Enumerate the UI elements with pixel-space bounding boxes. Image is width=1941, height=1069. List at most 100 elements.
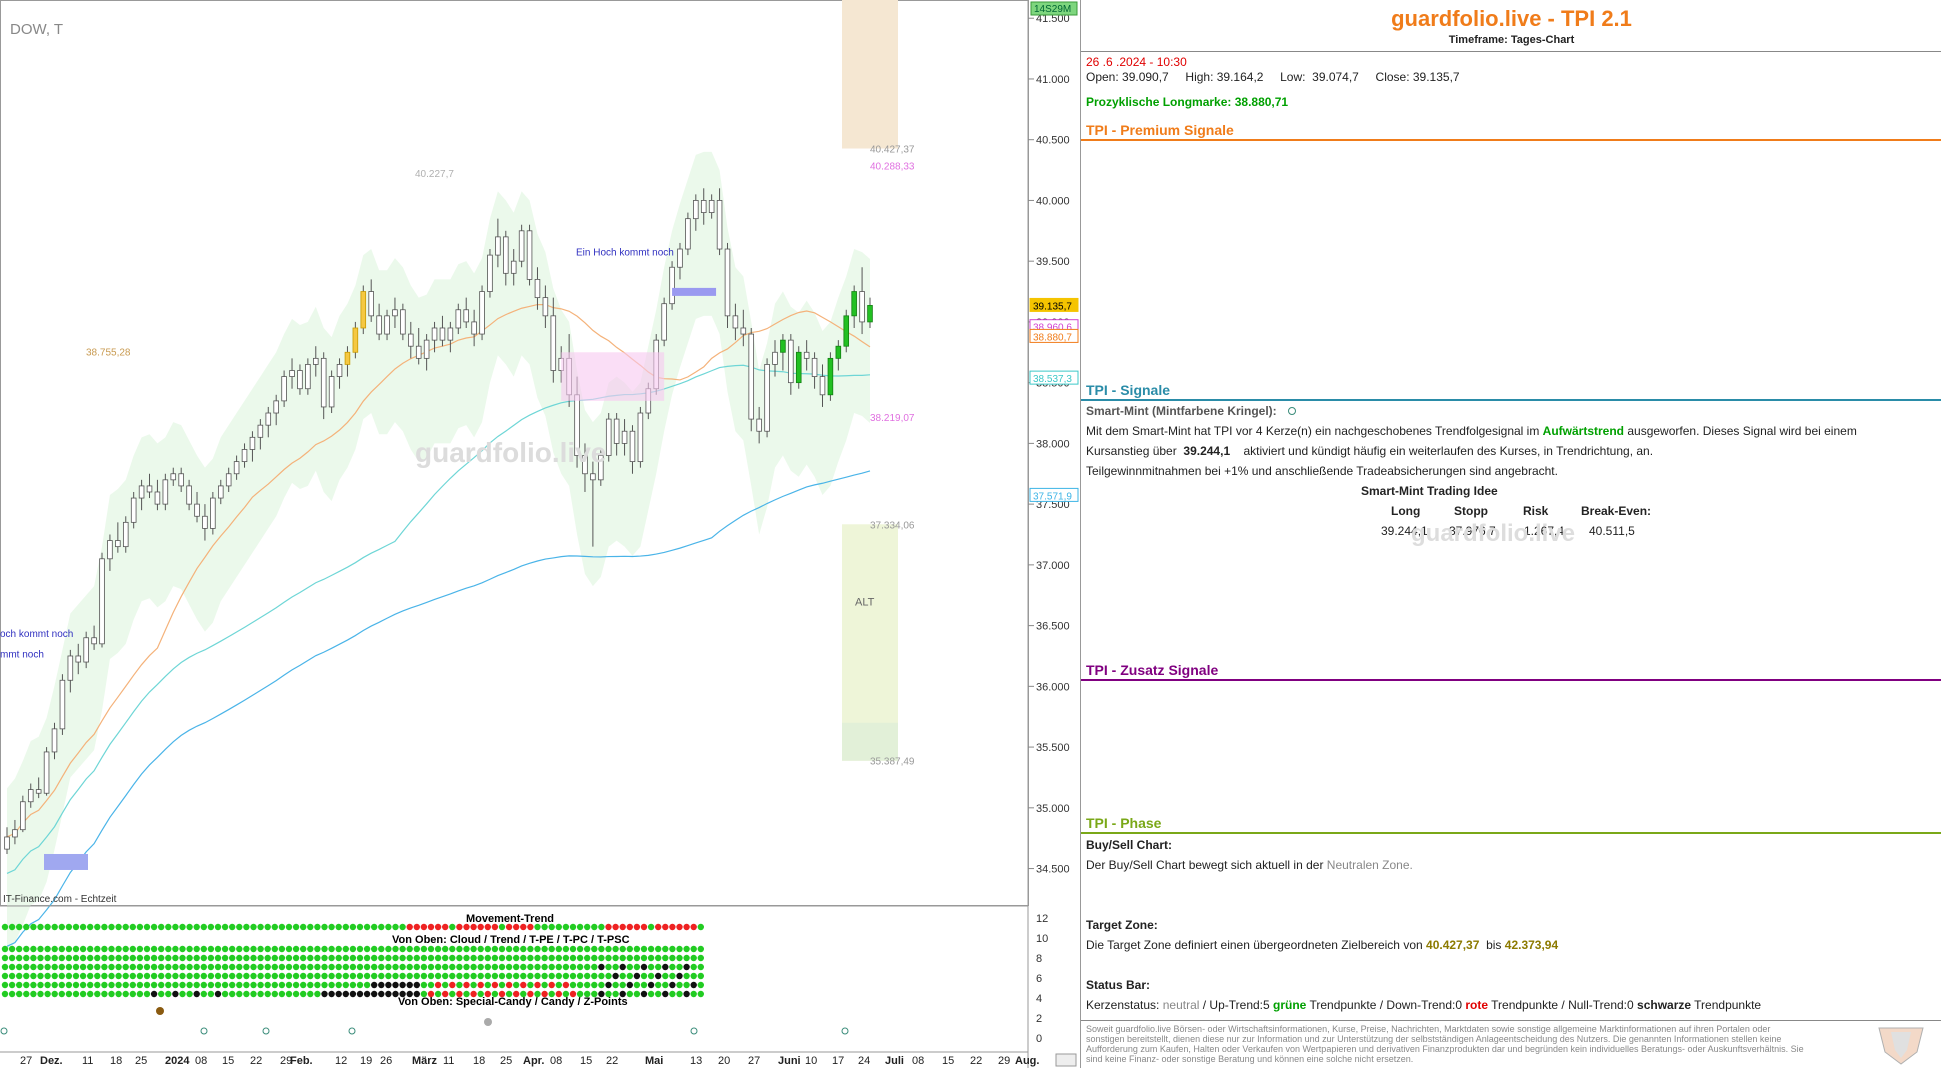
trend-dot	[434, 954, 442, 962]
premium-header: TPI - Premium Signale	[1086, 122, 1234, 138]
trend-dot	[87, 972, 94, 980]
trend-dot	[647, 972, 655, 980]
trend-dot	[534, 954, 541, 962]
trend-dot	[186, 963, 193, 971]
trend-dot	[250, 990, 257, 998]
trend-dot	[534, 972, 541, 980]
trend-dot	[697, 990, 704, 998]
ytick-label: 36.500	[1036, 621, 1070, 633]
trend-dot	[58, 990, 65, 998]
trend-dot	[229, 972, 236, 980]
candle	[851, 291, 857, 317]
trend-dot	[221, 923, 229, 931]
status-label: Status Bar:	[1086, 978, 1151, 992]
trend-dot	[392, 990, 399, 998]
trend-dot	[477, 963, 484, 971]
trend-dot	[555, 945, 562, 953]
trend-dot	[292, 945, 300, 953]
longmarke: Prozyklische Longmarke: 38.880,71	[1086, 95, 1289, 109]
trend-dot	[655, 945, 662, 953]
trend-dot	[420, 923, 428, 931]
trend-dot	[165, 972, 172, 980]
trend-dot	[491, 954, 499, 962]
trend-dot	[449, 923, 456, 931]
trend-dot	[399, 963, 406, 971]
trend-dot	[655, 963, 662, 971]
trend-dot	[292, 923, 300, 931]
candle	[708, 200, 715, 213]
trend-dot	[399, 954, 406, 962]
trend-dot	[669, 945, 676, 953]
candle	[843, 315, 850, 347]
trend-dot	[385, 945, 392, 953]
trend-dot	[101, 923, 108, 931]
trend-dot	[37, 963, 44, 971]
trend-dot	[647, 923, 655, 931]
trend-dot	[328, 945, 335, 953]
trend-dot	[562, 972, 570, 980]
trend-dot	[221, 945, 229, 953]
annotation: och kommt noch	[0, 629, 73, 640]
ytick-label: 39.500	[1036, 256, 1070, 268]
trend-dot	[498, 990, 506, 998]
trend-dot	[172, 981, 179, 989]
xtick-label: 08	[550, 1055, 562, 1067]
indicator-ytick: 6	[1036, 973, 1042, 985]
trend-dot	[30, 923, 37, 931]
trend-dot	[399, 923, 406, 931]
trend-dot	[236, 981, 243, 989]
trend-dot	[65, 945, 73, 953]
trend-dot	[640, 981, 648, 989]
trend-dot	[1, 981, 9, 989]
candle	[780, 339, 786, 353]
buysell-text: Der Buy/Sell Chart bewegt sich aktuell i…	[1086, 858, 1413, 872]
trend-dot	[477, 990, 484, 998]
annotation: 37.334,06	[870, 520, 915, 531]
trend-dot	[229, 945, 236, 953]
candle	[669, 266, 675, 305]
trend-dot	[676, 981, 683, 989]
trend-dot	[165, 963, 172, 971]
trend-dot	[292, 954, 300, 962]
trend-dot	[505, 963, 513, 971]
trend-dot	[385, 954, 392, 962]
trend-dot	[193, 990, 200, 998]
trend-dot	[640, 954, 648, 962]
candle	[257, 424, 264, 438]
page-title: guardfolio.live - TPI 2.1	[1391, 6, 1632, 31]
trend-dot	[548, 990, 555, 998]
trend-dot	[385, 981, 392, 989]
trend-dot	[612, 945, 619, 953]
trend-dot	[662, 923, 669, 931]
candle	[827, 357, 834, 396]
trend-dot	[37, 954, 44, 962]
trend-dot	[129, 923, 136, 931]
trend-dot	[150, 990, 158, 998]
annotation: 40.288,33	[870, 161, 915, 172]
price-chart[interactable]: 41.50041.00040.50040.00039.50039.00038.5…	[0, 0, 1080, 1068]
trend-dot	[662, 954, 669, 962]
trend-dot	[122, 923, 129, 931]
trend-dot	[221, 954, 229, 962]
trend-dot	[669, 954, 676, 962]
trend-dot	[555, 972, 562, 980]
trend-dot	[30, 972, 37, 980]
trend-dot	[300, 972, 307, 980]
trend-dot	[427, 963, 435, 971]
candle	[637, 412, 644, 463]
trend-dot	[335, 963, 342, 971]
candle	[305, 364, 311, 390]
trend-dot	[328, 990, 335, 998]
trend-dot	[442, 954, 449, 962]
trend-dot	[214, 990, 222, 998]
trend-dot	[300, 963, 307, 971]
trend-dot	[8, 945, 16, 953]
trend-dot	[101, 954, 108, 962]
trend-dot	[349, 990, 357, 998]
candle	[83, 637, 89, 663]
trend-dot	[640, 945, 648, 953]
trend-dot	[363, 954, 371, 962]
trend-dot	[676, 945, 683, 953]
trend-dot	[101, 990, 108, 998]
chart-tool-icon	[1055, 1053, 1077, 1067]
